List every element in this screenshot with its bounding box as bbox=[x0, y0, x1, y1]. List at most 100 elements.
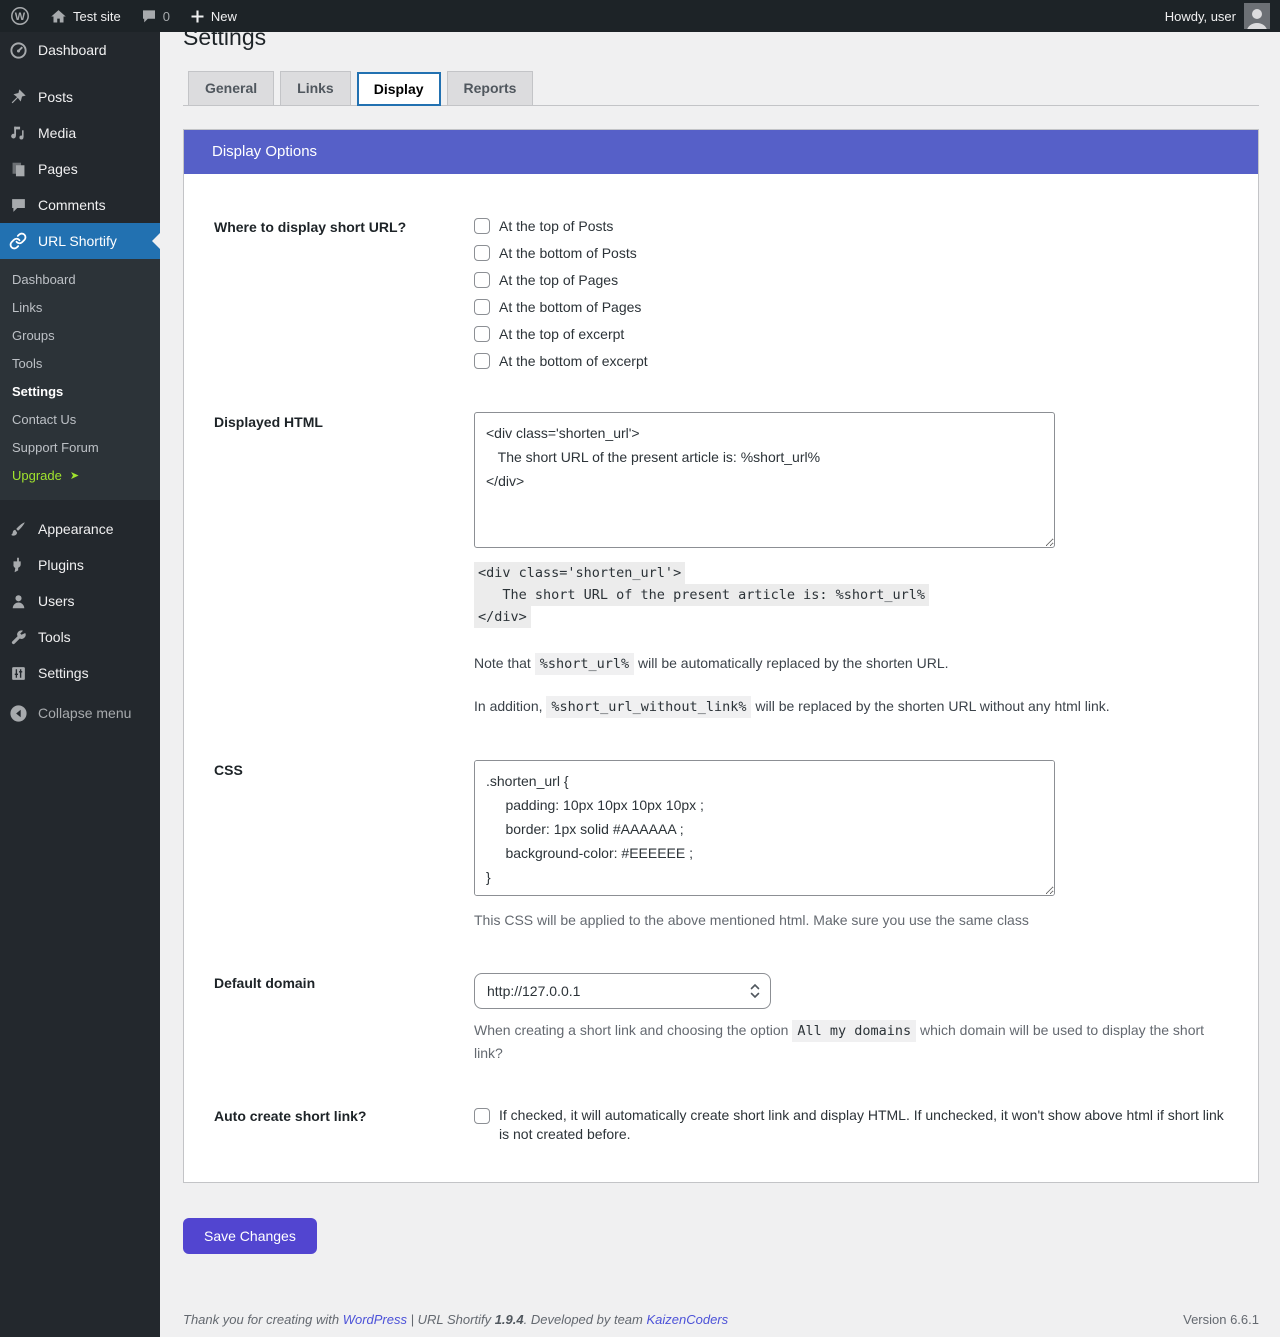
option-top-of-pages[interactable]: At the top of Pages bbox=[474, 271, 1228, 289]
checkbox-label: At the bottom of Posts bbox=[499, 244, 637, 261]
upgrade-arrow-icon: ➤ bbox=[69, 470, 80, 482]
submenu-item-groups[interactable]: Groups bbox=[0, 322, 160, 350]
sidebar-item-appearance[interactable]: Appearance bbox=[0, 511, 160, 547]
site-name: Test site bbox=[73, 8, 121, 24]
default-domain-hint: When creating a short link and choosing … bbox=[474, 1019, 1214, 1064]
sidebar-item-posts[interactable]: Posts bbox=[0, 79, 160, 115]
svg-text:W: W bbox=[15, 11, 26, 23]
kaizencoders-link[interactable]: KaizenCoders bbox=[646, 1312, 728, 1327]
css-textarea[interactable]: .shorten_url { padding: 10px 10px 10px 1… bbox=[474, 759, 1055, 896]
sidebar-item-url-shortify[interactable]: URL Shortify bbox=[0, 223, 160, 259]
note-text: Note that bbox=[474, 654, 531, 671]
checkbox-top-of-excerpt[interactable] bbox=[474, 325, 490, 342]
sidebar-item-label: Posts bbox=[38, 89, 74, 105]
option-bottom-of-posts[interactable]: At the bottom of Posts bbox=[474, 244, 1228, 262]
sidebar-item-pages[interactable]: Pages bbox=[0, 151, 160, 187]
panel-title: Display Options bbox=[184, 129, 1258, 174]
auto-create-description: If checked, it will automatically create… bbox=[499, 1106, 1224, 1142]
auto-create-checkbox[interactable] bbox=[474, 1107, 490, 1124]
collapse-arrow-icon bbox=[8, 703, 28, 723]
comment-count: 0 bbox=[162, 8, 170, 24]
wp-version: Version 6.6.1 bbox=[1183, 1311, 1259, 1327]
submenu-item-upgrade[interactable]: Upgrade ➤ bbox=[0, 462, 160, 490]
field-label: Where to display short URL? bbox=[214, 218, 407, 235]
row-displayed-html: Displayed HTML <div class='shorten_url'>… bbox=[214, 411, 1228, 718]
menu-separator bbox=[0, 68, 160, 79]
sidebar-item-comments[interactable]: Comments bbox=[0, 187, 160, 223]
footer-credits: Thank you for creating with WordPress | … bbox=[183, 1312, 728, 1327]
option-bottom-of-excerpt[interactable]: At the bottom of excerpt bbox=[474, 352, 1228, 370]
submenu-item-contact-us[interactable]: Contact Us bbox=[0, 406, 160, 434]
field-label: CSS bbox=[214, 761, 243, 778]
sidebar-item-users[interactable]: Users bbox=[0, 583, 160, 619]
tab-reports[interactable]: Reports bbox=[446, 70, 534, 105]
checkbox-label: At the top of excerpt bbox=[499, 325, 625, 342]
select-stepper-icon bbox=[750, 983, 760, 999]
option-top-of-posts[interactable]: At the top of Posts bbox=[474, 217, 1228, 235]
selected-domain: http://127.0.0.1 bbox=[487, 982, 581, 999]
preview-line: <div class='shorten_url'> bbox=[474, 561, 686, 584]
submenu-item-dashboard[interactable]: Dashboard bbox=[0, 266, 160, 294]
dashboard-icon bbox=[8, 40, 28, 60]
my-account[interactable]: Howdy, user bbox=[1165, 0, 1280, 32]
media-icon bbox=[8, 123, 28, 143]
short-url-token: %short_url% bbox=[534, 652, 635, 675]
submenu-item-settings[interactable]: Settings bbox=[0, 378, 160, 406]
sidebar-item-label: Tools bbox=[38, 629, 71, 645]
new-content-button[interactable]: New bbox=[180, 0, 247, 32]
new-label: New bbox=[210, 8, 237, 24]
checkbox-label: At the top of Pages bbox=[499, 271, 619, 288]
plus-icon bbox=[190, 9, 205, 24]
plug-icon bbox=[8, 555, 28, 575]
tab-links[interactable]: Links bbox=[280, 70, 351, 105]
short-url-without-link-note: In addition, %short_url_without_link% wi… bbox=[474, 695, 1228, 718]
tab-general[interactable]: General bbox=[188, 70, 275, 105]
default-domain-select[interactable]: http://127.0.0.1 bbox=[474, 972, 771, 1009]
checkbox-label: At the bottom of Pages bbox=[499, 298, 642, 315]
sidebar-item-tools[interactable]: Tools bbox=[0, 619, 160, 655]
wordpress-link[interactable]: WordPress bbox=[343, 1312, 407, 1327]
displayed-html-preview: <div class='shorten_url'> The short URL … bbox=[474, 561, 1228, 628]
row-css: CSS .shorten_url { padding: 10px 10px 10… bbox=[214, 759, 1228, 931]
footer-text: Thank you for creating with bbox=[183, 1311, 340, 1327]
auto-create-option[interactable]: If checked, it will automatically create… bbox=[474, 1106, 1228, 1144]
collapse-menu-button[interactable]: Collapse menu bbox=[0, 695, 160, 731]
avatar bbox=[1244, 3, 1270, 29]
sidebar-item-plugins[interactable]: Plugins bbox=[0, 547, 160, 583]
admin-menu: Dashboard Posts Media Pages Comments URL… bbox=[0, 32, 160, 1337]
sidebar-item-settings[interactable]: Settings bbox=[0, 655, 160, 691]
howdy-text: Howdy, user bbox=[1164, 8, 1236, 24]
option-bottom-of-pages[interactable]: At the bottom of Pages bbox=[474, 298, 1228, 316]
submenu-item-links[interactable]: Links bbox=[0, 294, 160, 322]
admin-footer: Thank you for creating with WordPress | … bbox=[183, 1312, 1259, 1337]
submenu-item-tools[interactable]: Tools bbox=[0, 350, 160, 378]
comments-bubble[interactable]: 0 bbox=[131, 0, 180, 32]
tab-display[interactable]: Display bbox=[356, 71, 441, 106]
sidebar-item-media[interactable]: Media bbox=[0, 115, 160, 151]
field-label: Auto create short link? bbox=[214, 1107, 367, 1124]
checkbox-bottom-of-posts[interactable] bbox=[474, 244, 490, 261]
sidebar-item-dashboard[interactable]: Dashboard bbox=[0, 32, 160, 68]
wordpress-logo-icon[interactable]: W bbox=[0, 0, 40, 32]
checkbox-bottom-of-excerpt[interactable] bbox=[474, 352, 490, 369]
option-top-of-excerpt[interactable]: At the top of excerpt bbox=[474, 325, 1228, 343]
admin-bar: W Test site 0 New Howdy, user bbox=[0, 0, 1280, 32]
wrench-icon bbox=[8, 627, 28, 647]
site-name-link[interactable]: Test site bbox=[40, 0, 131, 32]
checkbox-top-of-posts[interactable] bbox=[474, 217, 490, 234]
submenu-item-support-forum[interactable]: Support Forum bbox=[0, 434, 160, 462]
paintbrush-icon bbox=[8, 519, 28, 539]
row-auto-create: Auto create short link? If checked, it w… bbox=[214, 1106, 1228, 1144]
save-changes-button[interactable]: Save Changes bbox=[183, 1217, 317, 1254]
hint-text: When creating a short link and choosing … bbox=[474, 1021, 789, 1038]
note-text: will be replaced by the shorten URL with… bbox=[755, 697, 1110, 714]
all-my-domains-token: All my domains bbox=[792, 1019, 917, 1042]
css-hint: This CSS will be applied to the above me… bbox=[474, 911, 1029, 928]
checkbox-bottom-of-pages[interactable] bbox=[474, 298, 490, 315]
displayed-html-textarea[interactable]: <div class='shorten_url'> The short URL … bbox=[474, 411, 1055, 548]
checkbox-label: At the top of Posts bbox=[499, 217, 614, 234]
sidebar-item-label: Collapse menu bbox=[38, 705, 132, 721]
menu-separator bbox=[0, 500, 160, 511]
row-display-where: Where to display short URL? At the top o… bbox=[214, 217, 1228, 370]
checkbox-top-of-pages[interactable] bbox=[474, 271, 490, 288]
